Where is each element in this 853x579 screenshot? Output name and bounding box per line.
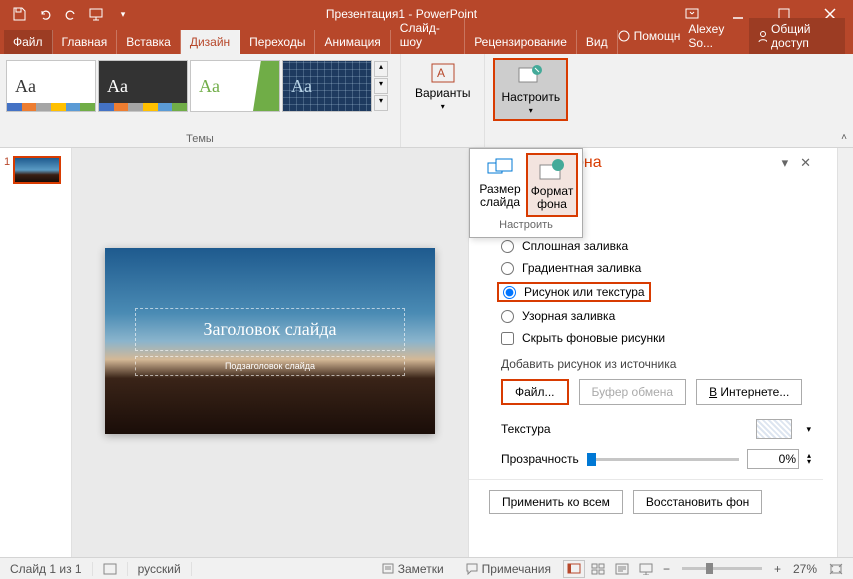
spellcheck-icon[interactable] bbox=[93, 562, 128, 576]
slide-thumbnail[interactable] bbox=[13, 156, 61, 184]
statusbar: Слайд 1 из 1 русский Заметки Примечания … bbox=[0, 557, 853, 579]
zoom-slider[interactable] bbox=[682, 567, 762, 570]
help-icon[interactable]: Помощн bbox=[618, 29, 681, 43]
subtitle-placeholder[interactable]: Подзаголовок слайда bbox=[135, 356, 405, 376]
normal-view-icon[interactable] bbox=[563, 560, 585, 578]
slide-thumbnails-panel: 1 bbox=[0, 148, 72, 557]
variants-group: A Варианты ▾ bbox=[400, 54, 484, 147]
theme-option[interactable]: Aa bbox=[98, 60, 188, 112]
redo-icon[interactable] bbox=[60, 3, 82, 25]
sorter-view-icon[interactable] bbox=[587, 560, 609, 578]
tab-home[interactable]: Главная bbox=[53, 30, 118, 54]
customize-group: Настроить ▾ bbox=[484, 54, 576, 147]
add-from-label: Добавить рисунок из источника bbox=[481, 357, 811, 371]
online-button[interactable]: В В Интернете...Интернете... bbox=[696, 379, 802, 405]
tab-animation[interactable]: Анимация bbox=[315, 30, 390, 54]
undo-icon[interactable] bbox=[34, 3, 56, 25]
theme-option[interactable]: Aa bbox=[282, 60, 372, 112]
workspace: 1 Заголовок слайда Подзаголовок слайда Р… bbox=[0, 148, 853, 557]
slide-size-icon bbox=[486, 157, 514, 183]
customize-icon bbox=[517, 64, 545, 88]
slide-canvas[interactable]: Заголовок слайда Подзаголовок слайда bbox=[105, 248, 435, 434]
language-label[interactable]: русский bbox=[128, 562, 192, 576]
ribbon-body: Aa Aa Aa Aa ▴ ▾ ▾ Темы A Варианты ▾ Наст… bbox=[0, 54, 853, 148]
fill-pattern-radio[interactable]: Узорная заливка bbox=[481, 305, 811, 327]
theme-option[interactable]: Aa bbox=[190, 60, 280, 112]
zoom-in-icon[interactable]: + bbox=[770, 562, 785, 576]
fill-picture-radio[interactable]: Рисунок или текстура bbox=[497, 282, 651, 302]
file-button[interactable]: Файл... bbox=[501, 379, 569, 405]
themes-group-label: Темы bbox=[0, 133, 400, 145]
hide-bg-checkbox[interactable]: Скрыть фоновые рисунки bbox=[481, 327, 811, 349]
gallery-more-icon[interactable]: ▾ bbox=[374, 95, 388, 111]
slide-size-button[interactable]: Размер слайда bbox=[474, 153, 526, 217]
collapse-ribbon-icon[interactable]: ˄ bbox=[841, 132, 847, 143]
slide-subtitle-text: Подзаголовок слайда bbox=[136, 361, 404, 371]
gallery-up-icon[interactable]: ▴ bbox=[374, 61, 388, 77]
qat-more-icon[interactable]: ▾ bbox=[112, 3, 134, 25]
format-bg-icon bbox=[538, 159, 566, 185]
gallery-down-icon[interactable]: ▾ bbox=[374, 78, 388, 94]
transparency-slider[interactable] bbox=[587, 458, 739, 461]
dropdown-group-label: Настроить bbox=[474, 217, 578, 233]
title-placeholder[interactable]: Заголовок слайда bbox=[135, 308, 405, 351]
customize-dropdown: Размер слайда Формат фона Настроить bbox=[469, 148, 583, 238]
notes-button[interactable]: Заметки bbox=[372, 562, 454, 576]
share-button[interactable]: Общий доступ bbox=[749, 18, 845, 54]
customize-button[interactable]: Настроить ▾ bbox=[493, 58, 568, 121]
themes-gallery[interactable]: Aa Aa Aa Aa ▴ ▾ ▾ bbox=[0, 54, 400, 118]
spinner-icon[interactable]: ▴▾ bbox=[807, 453, 811, 464]
texture-label: Текстура bbox=[501, 422, 551, 436]
slide-number: 1 bbox=[4, 156, 10, 168]
format-background-button[interactable]: Формат фона bbox=[526, 153, 578, 217]
user-label[interactable]: Alexey So... bbox=[688, 22, 741, 50]
reading-view-icon[interactable] bbox=[611, 560, 633, 578]
theme-option[interactable]: Aa bbox=[6, 60, 96, 112]
slide-title-text: Заголовок слайда bbox=[136, 319, 404, 340]
tab-slideshow[interactable]: Слайд-шоу bbox=[391, 16, 465, 54]
slide-info[interactable]: Слайд 1 из 1 bbox=[0, 562, 93, 576]
svg-text:A: A bbox=[437, 66, 445, 80]
fit-to-window-icon[interactable] bbox=[825, 560, 847, 578]
tab-transitions[interactable]: Переходы bbox=[240, 30, 315, 54]
pane-dropdown-icon[interactable]: ▾ bbox=[776, 155, 795, 171]
apply-all-button[interactable]: Применить ко всем bbox=[489, 490, 623, 514]
start-slideshow-icon[interactable] bbox=[86, 3, 108, 25]
slideshow-view-icon[interactable] bbox=[635, 560, 657, 578]
tab-design[interactable]: Дизайн bbox=[181, 30, 240, 54]
tab-review[interactable]: Рецензирование bbox=[465, 30, 577, 54]
transparency-input[interactable] bbox=[747, 449, 799, 469]
tab-insert[interactable]: Вставка bbox=[117, 30, 181, 54]
format-background-pane: Размер слайда Формат фона Настроить она … bbox=[468, 148, 853, 557]
ribbon-tabs: Файл Главная Вставка Дизайн Переходы Ани… bbox=[0, 28, 853, 54]
zoom-out-icon[interactable]: − bbox=[659, 562, 674, 576]
quick-access-toolbar: ▾ bbox=[0, 3, 134, 25]
reset-bg-button[interactable]: Восстановить фон bbox=[633, 490, 762, 514]
clipboard-button: Буфер обмена bbox=[579, 379, 687, 405]
save-icon[interactable] bbox=[8, 3, 30, 25]
zoom-label[interactable]: 27% bbox=[787, 562, 823, 576]
tab-view[interactable]: Вид bbox=[577, 30, 618, 54]
texture-dropdown-icon[interactable]: ▾ bbox=[806, 424, 811, 435]
slide-editor[interactable]: Заголовок слайда Подзаголовок слайда bbox=[72, 148, 468, 557]
texture-picker[interactable] bbox=[756, 419, 792, 439]
tab-file[interactable]: Файл bbox=[4, 30, 53, 54]
variants-icon: A bbox=[430, 62, 456, 84]
pane-scrollbar[interactable] bbox=[837, 148, 853, 557]
fill-gradient-radio[interactable]: Градиентная заливка bbox=[481, 257, 811, 279]
comments-button[interactable]: Примечания bbox=[456, 562, 561, 576]
pane-close-icon[interactable]: ✕ bbox=[794, 155, 817, 171]
variants-button[interactable]: A Варианты ▾ bbox=[409, 58, 476, 115]
transparency-label: Прозрачность bbox=[501, 452, 579, 466]
